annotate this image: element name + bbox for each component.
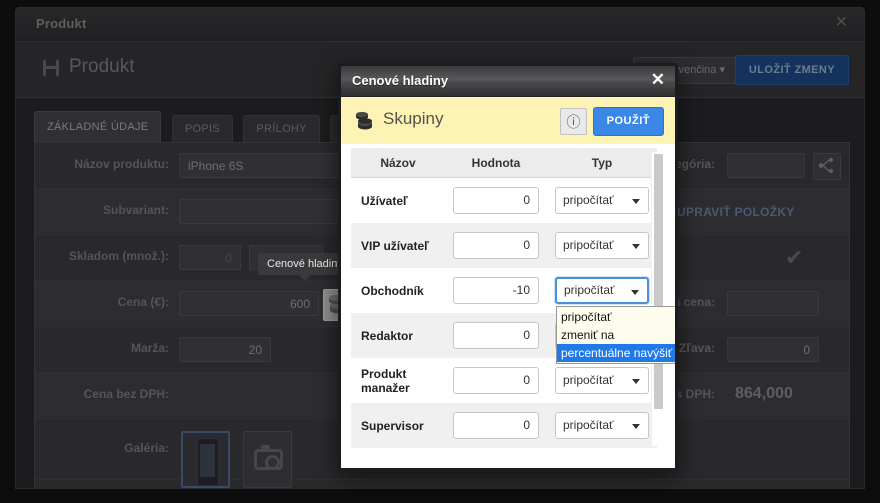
row-label-redaktor: Redaktor	[351, 313, 445, 358]
row-label-obchodnik: Obchodník	[361, 283, 424, 298]
tab-prilohy[interactable]: PRÍLOHY	[243, 115, 320, 142]
input-skladom[interactable]: 0	[179, 245, 241, 270]
dialog-title: Cenové hladiny	[352, 73, 449, 88]
tab-popis[interactable]: POPIS	[171, 115, 233, 142]
save-changes-button[interactable]: ULOŽIŤ ZMENY	[734, 55, 849, 85]
help-glyph: ⓘ	[566, 116, 581, 131]
gallery-thumbnail[interactable]	[181, 431, 230, 488]
label-subvariant: Subvariant:	[102, 203, 169, 217]
dropdown-option-zmenit-na[interactable]: zmeniť na	[557, 326, 675, 344]
type-select-produkt-manazer[interactable]: pripočítať	[555, 367, 649, 394]
type-select-value: pripočítať	[563, 238, 614, 252]
edit-items-link[interactable]: UPRAVIŤ POLOŽKY	[677, 205, 795, 219]
camera-icon	[254, 445, 283, 470]
dialog-scrollbar[interactable]	[651, 152, 665, 446]
window-titlebar: Produkt ✕	[16, 8, 864, 42]
tree-icon[interactable]	[813, 153, 841, 180]
value-input-uzivatel[interactable]: 0	[453, 187, 539, 214]
row-label-uzivatel: Užívateľ	[361, 193, 408, 208]
table-row: Produkt manažer 0 pripočítať	[351, 358, 657, 403]
save-disk-icon	[43, 60, 59, 76]
dialog-body: Názov Hodnota Typ Užívateľ 0 pripočítať …	[341, 144, 675, 468]
table-row: Užívateľ 0 pripočítať	[351, 178, 657, 224]
scrollbar-thumb[interactable]	[654, 154, 663, 409]
input-cena[interactable]: 600	[179, 291, 319, 316]
column-header-typ: Typ	[547, 148, 657, 178]
type-select-supervisor[interactable]: pripočítať	[555, 412, 649, 439]
label-cena-bez-dph: Cena bez DPH:	[83, 387, 169, 401]
dropdown-option-pripocitat[interactable]: pripočítať	[557, 308, 675, 326]
close-icon[interactable]: ✕	[651, 71, 665, 89]
value-input-produkt-manazer[interactable]: 0	[453, 367, 539, 394]
price-levels-table: Názov Hodnota Typ Užívateľ 0 pripočítať …	[351, 148, 675, 448]
type-select-vip-uzivatel[interactable]: pripočítať	[555, 232, 649, 259]
table-row: Supervisor 0 pripočítať	[351, 403, 657, 448]
coins-icon	[353, 110, 375, 131]
dialog-titlebar: Cenové hladiny ✕	[341, 66, 675, 97]
row-label-vip-uzivatel: VIP užívateľ	[351, 223, 445, 268]
table-row: VIP užívateľ 0 pripočítať	[351, 223, 657, 268]
type-select-uzivatel[interactable]: pripočítať	[555, 187, 649, 214]
input-zlava[interactable]: 0	[727, 337, 819, 362]
chevron-down-icon: ▾	[719, 64, 725, 76]
label-nazov-produktu: Názov produktu:	[74, 157, 169, 171]
apply-button[interactable]: POUŽIŤ	[592, 107, 664, 136]
value-input-redaktor[interactable]: 0	[453, 322, 539, 349]
product-photo	[197, 438, 219, 486]
column-header-hodnota: Hodnota	[445, 148, 547, 178]
label-skladom: Skladom (množ.):	[68, 249, 169, 263]
tab-zakladne-udaje[interactable]: ZÁKLADNÉ ÚDAJE	[34, 111, 162, 142]
dialog-subheader: Skupiny ⓘ POUŽIŤ	[341, 97, 675, 145]
dropdown-option-percentualne-navysit-o[interactable]: percentuálne navýšiť o	[557, 344, 675, 362]
type-select-value: pripočítať	[563, 373, 614, 387]
column-header-nazov: Názov	[351, 148, 445, 178]
input-kategoria[interactable]	[727, 153, 805, 178]
close-icon[interactable]: ✕	[835, 14, 848, 32]
row-label-supervisor: Supervisor	[351, 403, 445, 448]
type-select-value: pripočítať	[564, 283, 615, 297]
table-header-row: Názov Hodnota Typ	[351, 148, 657, 178]
value-input-vip-uzivatel[interactable]: 0	[453, 232, 539, 259]
help-icon[interactable]: ⓘ	[560, 108, 587, 135]
type-select-value: pripočítať	[563, 418, 614, 432]
price-levels-dialog: Cenové hladiny ✕ Skupiny ⓘ POUŽIŤ Názov …	[338, 63, 678, 471]
input-marza[interactable]: 20	[179, 337, 271, 362]
check-icon: ✔	[785, 245, 804, 270]
label-cena: Cena (€):	[117, 295, 169, 309]
value-cena-s-dph: 864,000	[735, 385, 793, 402]
window-title: Produkt	[36, 16, 87, 31]
value-input-supervisor[interactable]: 0	[453, 412, 539, 439]
table-row: Obchodník -10 pripočítať pripočítať zmen…	[351, 268, 675, 364]
type-select-obchodnik[interactable]: pripočítať pripočítať zmeniť na percentu…	[555, 277, 675, 364]
price-levels-table-wrap: Názov Hodnota Typ Užívateľ 0 pripočítať …	[351, 148, 675, 458]
page-title: Produkt	[69, 56, 135, 77]
type-select-value: pripočítať	[563, 193, 614, 207]
value-input-obchodnik[interactable]: -10	[453, 277, 539, 304]
row-label-produkt-manazer: Produkt manažer	[361, 366, 410, 395]
app-root: Produkt ✕ Produkt Slovenčina ▾ ULOŽIŤ ZM…	[0, 0, 880, 503]
add-photo-button[interactable]	[243, 431, 292, 488]
label-marza: Marža:	[130, 341, 169, 355]
label-galeria: Galéria:	[124, 441, 169, 455]
input-akciova-cena[interactable]	[727, 291, 819, 316]
type-dropdown-options: pripočítať zmeniť na percentuálne navýši…	[556, 306, 675, 364]
dialog-subheader-title: Skupiny	[383, 109, 444, 128]
